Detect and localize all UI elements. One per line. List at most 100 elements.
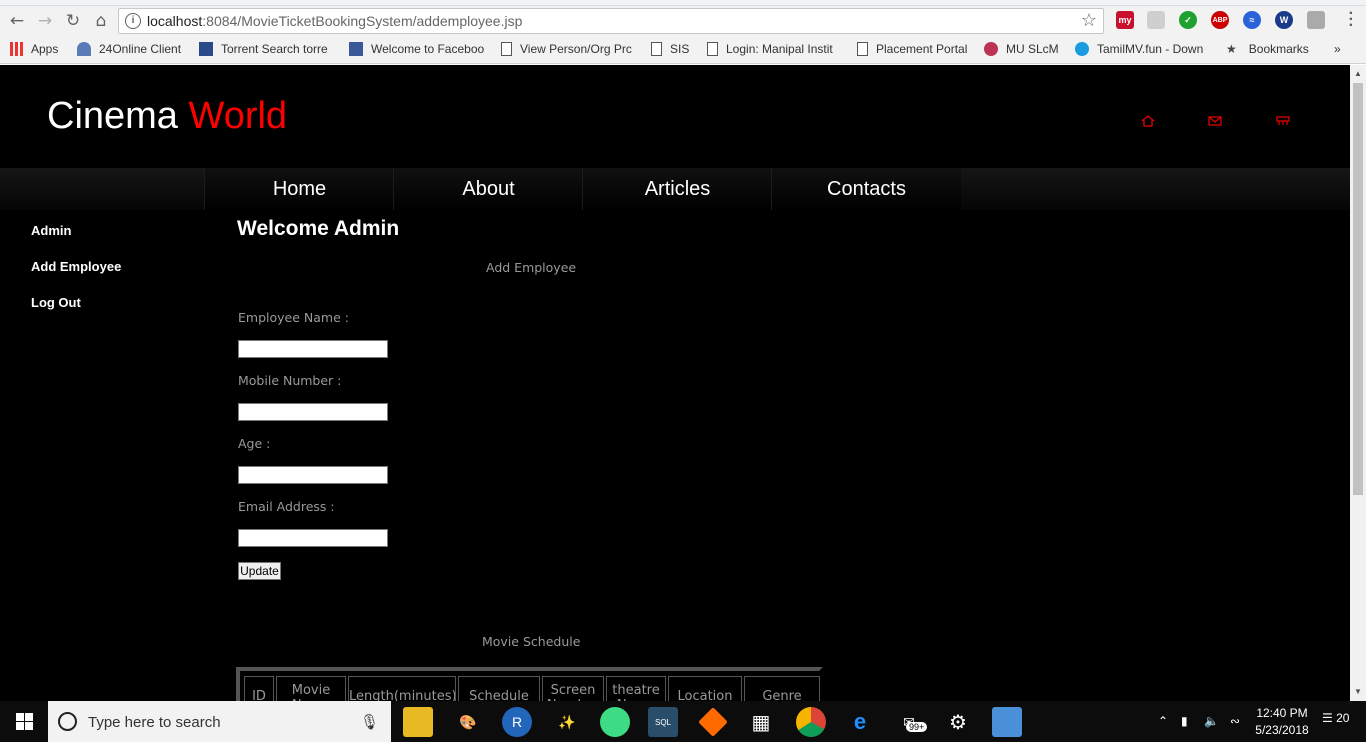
scroll-up-arrow-icon[interactable]: ▲: [1354, 69, 1362, 78]
nav-contacts[interactable]: Contacts: [771, 168, 961, 210]
address-bar[interactable]: i localhost:8084/MovieTicketBookingSyste…: [118, 8, 1104, 34]
page-icon: [857, 42, 868, 56]
schedule-title: Movie Schedule: [482, 634, 581, 649]
browser-menu-icon[interactable]: · · ·: [1349, 6, 1354, 34]
cloud-icon: [77, 42, 91, 56]
edge-icon[interactable]: e: [845, 707, 875, 737]
adblock-icon[interactable]: ABP: [1211, 11, 1229, 29]
employee-name-input[interactable]: [238, 340, 388, 358]
sidebar-item-admin[interactable]: Admin: [31, 223, 71, 238]
table-header-schedule: Schedule: [458, 676, 540, 701]
page-icon: [651, 42, 662, 56]
sitemap-icon[interactable]: [1276, 115, 1290, 127]
bookmark-sis[interactable]: SIS: [651, 42, 689, 56]
email-address-label: Email Address :: [238, 499, 335, 514]
volume-icon[interactable]: 🔈: [1204, 714, 1219, 728]
bookmark-facebook[interactable]: Welcome to Faceboo: [349, 42, 484, 56]
page-icon: [501, 42, 512, 56]
info-icon[interactable]: i: [125, 13, 141, 29]
table-header-length: Length(minutes): [348, 676, 456, 701]
age-label: Age :: [238, 436, 271, 451]
more-bookmarks-icon[interactable]: »: [1334, 42, 1341, 56]
bookmarks-folder[interactable]: ★ Bookmarks: [1226, 42, 1309, 56]
wifi-icon[interactable]: ∾: [1230, 714, 1240, 728]
forward-arrow-icon[interactable]: →: [34, 10, 56, 32]
bookmarks-bar: Apps 24Online Client Torrent Search torr…: [0, 36, 1366, 64]
scrollbar-thumb[interactable]: [1353, 83, 1363, 495]
taskbar-search-box[interactable]: Type here to search 🎙: [48, 701, 391, 742]
bookmark-manipal-login[interactable]: Login: Manipal Instit: [707, 42, 833, 56]
nav-about[interactable]: About: [393, 168, 583, 210]
clock-time: 12:40 PM: [1256, 706, 1308, 720]
mysql-workbench-icon[interactable]: SQL: [648, 707, 678, 737]
nav-articles[interactable]: Articles: [582, 168, 772, 210]
table-header-genre: Genre: [744, 676, 820, 701]
age-input[interactable]: [238, 466, 388, 484]
android-studio-icon[interactable]: [600, 707, 630, 737]
paint-icon[interactable]: 🎨: [453, 707, 483, 737]
page-icon: [707, 42, 718, 56]
sidebar-item-add-employee[interactable]: Add Employee: [31, 259, 121, 274]
tray-chevron-up-icon[interactable]: ⌃: [1158, 714, 1168, 728]
bookmark-torrent[interactable]: Torrent Search torre: [199, 42, 328, 56]
site-logo[interactable]: Cinema World: [47, 95, 287, 138]
update-button[interactable]: Update: [238, 562, 281, 580]
r-studio-icon[interactable]: R: [502, 707, 532, 737]
apps-grid-icon: [10, 42, 23, 56]
extension-check-icon[interactable]: ✓: [1179, 11, 1197, 29]
extension-cube-icon[interactable]: [1307, 11, 1325, 29]
browser-toolbar: ← → ↻ ⌂ i localhost:8084/MovieTicketBook…: [0, 6, 1366, 36]
notification-count: 20: [1336, 711, 1350, 725]
git-icon[interactable]: [698, 707, 728, 737]
home-icon[interactable]: ⌂: [90, 10, 112, 32]
play-icon: [1075, 42, 1089, 56]
settings-gear-icon[interactable]: ⚙: [943, 707, 973, 737]
home-icon[interactable]: [1141, 115, 1155, 127]
chrome-icon[interactable]: [796, 707, 826, 737]
table-header-id: ID: [244, 676, 274, 701]
bookmark-tamilmv[interactable]: TamilMV.fun - Down: [1075, 42, 1203, 56]
bookmark-view-person[interactable]: View Person/Org Prc: [501, 42, 632, 56]
scroll-down-arrow-icon[interactable]: ▼: [1354, 687, 1362, 696]
table-header-location: Location: [668, 676, 742, 701]
extension-w-icon[interactable]: W: [1275, 11, 1293, 29]
reload-icon[interactable]: ↻: [62, 10, 84, 32]
file-explorer-icon[interactable]: [403, 707, 433, 737]
cortana-icon: [58, 712, 77, 731]
email-address-input[interactable]: [238, 529, 388, 547]
back-arrow-icon[interactable]: ←: [6, 10, 28, 32]
nav-home[interactable]: Home: [204, 168, 394, 210]
taskbar-search-placeholder: Type here to search: [88, 714, 221, 731]
employee-name-label: Employee Name :: [238, 310, 349, 325]
sidebar-item-log-out[interactable]: Log Out: [31, 295, 81, 310]
page-title: Welcome Admin: [237, 217, 400, 240]
bookmark-star-icon[interactable]: ☆: [1081, 10, 1097, 31]
bookmark-mu-slcm[interactable]: MU SLcM: [984, 42, 1059, 56]
action-center-icon[interactable]: ☰ 20: [1322, 711, 1354, 733]
mobile-number-label: Mobile Number :: [238, 373, 342, 388]
battery-icon[interactable]: ▮: [1181, 714, 1188, 728]
bookmark-placement[interactable]: Placement Portal: [857, 42, 967, 56]
extension-sync-icon[interactable]: ≈: [1243, 11, 1261, 29]
calculator-icon[interactable]: ▦: [746, 707, 776, 737]
seal-icon: [984, 42, 998, 56]
mail-icon[interactable]: [1208, 115, 1222, 127]
extension-puzzle-icon[interactable]: [1147, 11, 1165, 29]
bookmark-24online[interactable]: 24Online Client: [77, 42, 181, 56]
taskbar-clock[interactable]: 12:40 PM 5/23/2018: [1252, 705, 1312, 739]
windows-taskbar: Type here to search 🎙 🎨 R ✨ SQL ▦ e ✉ 99…: [0, 701, 1366, 742]
bookmark-apps[interactable]: Apps: [10, 42, 58, 56]
table-header-movie-name: Movie Name: [276, 676, 346, 701]
page-scrollbar[interactable]: ▲ ▼: [1350, 65, 1366, 701]
star-icon: ★: [1226, 42, 1237, 56]
eclipse-dolphin-icon[interactable]: ✨: [552, 707, 582, 737]
url-text: localhost:8084/MovieTicketBookingSystem/…: [147, 13, 523, 29]
windows-start-icon[interactable]: [0, 701, 48, 742]
torrent-icon: [199, 42, 213, 56]
table-header-screen-number: Screen Number: [542, 676, 604, 701]
virtualbox-icon[interactable]: [992, 707, 1022, 737]
extension-my-icon[interactable]: my: [1116, 11, 1134, 29]
microphone-icon[interactable]: 🎙: [360, 713, 379, 731]
form-title: Add Employee: [486, 260, 577, 275]
mobile-number-input[interactable]: [238, 403, 388, 421]
